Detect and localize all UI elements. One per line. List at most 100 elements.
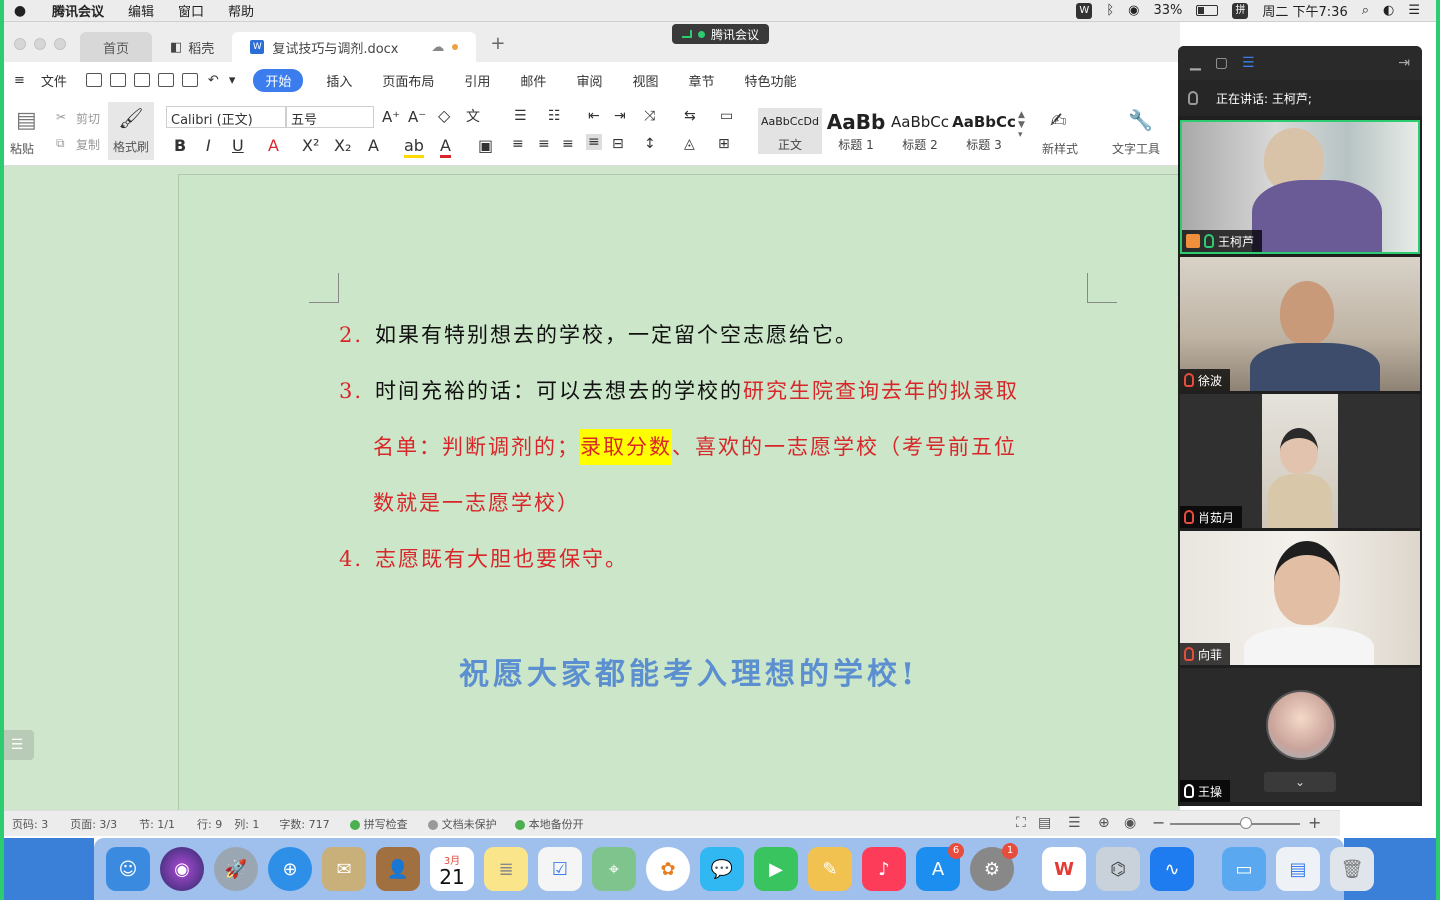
font-family-select[interactable]: Calibri (正文) [166, 106, 286, 128]
format-painter-button[interactable]: 🖌 格式刷 [108, 102, 154, 160]
tab-home[interactable]: 首页 [80, 32, 152, 62]
hamburger-menu-icon[interactable]: ≡ [0, 73, 33, 88]
minimize-panel-icon[interactable]: ▁ [1190, 55, 1201, 71]
siri-icon[interactable]: ◐ [1383, 3, 1394, 18]
style-heading-1[interactable]: AaBb 标题 1 [824, 108, 888, 154]
document-page[interactable]: 2. 如果有特别想去的学校，一定留个空志愿给它。 3. 时间充裕的话：可以去想去的学… [178, 174, 1180, 810]
calendar-icon[interactable]: 3月 21 [430, 847, 474, 891]
chinese-layout-icon[interactable]: ⤨ [644, 108, 655, 124]
align-right-icon[interactable]: ≡ [562, 136, 574, 152]
increase-indent-icon[interactable]: ⇥ [614, 108, 626, 124]
zoom-out-icon[interactable]: − [1152, 813, 1165, 832]
clock[interactable]: 周二 下午7:36 [1262, 1, 1347, 20]
status-words[interactable]: 字数: 717 [279, 816, 329, 832]
underline-icon[interactable]: U [232, 136, 244, 155]
zoom-in-icon[interactable]: + [1308, 813, 1321, 832]
distribute-icon[interactable]: ⊟ [612, 136, 624, 152]
text-direction-icon[interactable]: ⇆ [684, 108, 696, 124]
text-tools-button[interactable]: 文字工具 [1112, 140, 1160, 157]
tab-review[interactable]: 审阅 [561, 71, 617, 90]
style-normal[interactable]: AaBbCcDd 正文 [758, 108, 822, 154]
web-view-icon[interactable]: ⊕ [1098, 815, 1110, 831]
clear-format-icon[interactable]: ◇ [438, 106, 450, 125]
maps-icon[interactable]: ⌖ [592, 847, 636, 891]
finder-icon[interactable]: ☺ [106, 847, 150, 891]
trash-icon[interactable]: 🗑 [1330, 847, 1374, 891]
facetime-icon[interactable]: ▶ [754, 847, 798, 891]
wps-office-icon[interactable]: W [1042, 847, 1086, 891]
new-style-button[interactable]: 新样式 [1042, 140, 1078, 157]
tab-start[interactable]: 开始 [253, 68, 304, 92]
menu-help[interactable]: 帮助 [216, 1, 266, 20]
spotlight-search-icon[interactable]: ⌕ [1362, 3, 1369, 18]
apple-icon[interactable]: ● [0, 3, 40, 19]
style-heading-3[interactable]: AaBbCc 标题 3 [952, 108, 1016, 154]
notes-icon[interactable]: ≣ [484, 847, 528, 891]
status-col[interactable]: 列: 1 [234, 816, 259, 832]
subscript-icon[interactable]: X₂ [334, 136, 351, 155]
reminders-icon[interactable]: ☑ [538, 847, 582, 891]
local-backup[interactable]: 本地备份开 [514, 816, 584, 832]
minimize-window-icon[interactable] [34, 38, 46, 50]
wrench-icon[interactable]: 🔧 [1128, 108, 1153, 132]
print-preview-icon[interactable] [181, 73, 198, 87]
video-tile-3[interactable]: 肖茹月 [1180, 394, 1420, 528]
contacts-icon[interactable]: 👤 [376, 847, 420, 891]
zoom-slider-track[interactable] [1170, 823, 1300, 825]
close-window-icon[interactable] [14, 38, 26, 50]
undo-icon[interactable]: ↶ [208, 73, 219, 88]
tab-view[interactable]: 视图 [617, 71, 673, 90]
borders-icon[interactable]: ⊞ [718, 136, 730, 152]
input-method-icon[interactable]: 拼 [1232, 2, 1249, 19]
wps-tray-icon[interactable]: W [1076, 2, 1093, 19]
window-mode-icon[interactable]: ▢ [1215, 55, 1228, 71]
paste-button[interactable]: 粘贴 [10, 140, 34, 157]
tab-page-layout[interactable]: 页面布局 [367, 71, 449, 90]
menu-window[interactable]: 窗口 [166, 1, 216, 20]
tab-insert[interactable]: 插入 [311, 71, 367, 90]
status-page-code[interactable]: 页码: 3 [12, 816, 48, 832]
bold-icon[interactable]: B [174, 136, 186, 155]
styles-scroll-icon[interactable]: ▲ ▼ ▾ [1018, 110, 1025, 140]
shrink-font-icon[interactable]: A⁻ [408, 108, 426, 126]
cut-button[interactable]: 剪切 [76, 110, 100, 127]
cut-icon[interactable]: ✂ [56, 110, 66, 124]
export-pdf-icon[interactable] [133, 73, 150, 87]
list-view-icon[interactable]: ☰ [1242, 55, 1255, 71]
bullet-list-icon[interactable]: ☰ [514, 108, 527, 124]
eye-protection-icon[interactable]: ◉ [1124, 815, 1136, 831]
tab-chapter[interactable]: 章节 [673, 71, 729, 90]
messages-icon[interactable]: 💬 [700, 847, 744, 891]
bluetooth-icon[interactable]: ᛒ [1106, 3, 1114, 18]
line-spacing-icon[interactable]: ↕ [644, 136, 656, 152]
font-size-select[interactable]: 五号 [286, 106, 374, 128]
italic-icon[interactable]: I [206, 136, 211, 155]
app-store-icon[interactable]: A6 [916, 843, 964, 891]
screenshot-tool-icon[interactable]: ⌬ [1096, 847, 1140, 891]
decrease-indent-icon[interactable]: ⇤ [588, 108, 600, 124]
video-tile-4[interactable]: 向菲 [1180, 531, 1420, 665]
zoom-window-icon[interactable] [54, 38, 66, 50]
tab-daoke[interactable]: ◧ 稻壳 [152, 32, 232, 62]
meeting-status-pill[interactable]: 腾讯会议 [672, 24, 770, 44]
control-center-icon[interactable]: ☰ [1408, 3, 1420, 18]
shading-icon[interactable]: ◬ [684, 136, 695, 152]
menu-edit[interactable]: 编辑 [116, 1, 166, 20]
char-border-icon[interactable]: ▣ [478, 136, 493, 155]
text-effect-icon[interactable]: A [368, 136, 379, 155]
status-row[interactable]: 行: 9 [197, 816, 222, 832]
phonetic-guide-icon[interactable]: 文 [466, 106, 480, 126]
video-tile-2[interactable]: 徐波 [1180, 257, 1420, 391]
strikethrough-icon[interactable]: A [268, 136, 279, 155]
font-color-icon[interactable]: A [440, 136, 451, 158]
fullscreen-icon[interactable]: ⛶ [1016, 815, 1026, 831]
status-pages[interactable]: 页面: 3/3 [70, 816, 117, 832]
document-protect[interactable]: 文档未保护 [427, 816, 497, 832]
spell-check[interactable]: 拼写检查 [349, 816, 408, 832]
align-center-icon[interactable]: ≡ [538, 136, 550, 152]
align-left-icon[interactable]: ≡ [512, 136, 524, 152]
open-folder-icon[interactable] [85, 73, 102, 87]
battery-icon[interactable] [1196, 5, 1219, 16]
photos-icon[interactable]: ✿ [646, 847, 690, 891]
tab-features[interactable]: 特色功能 [729, 71, 811, 90]
